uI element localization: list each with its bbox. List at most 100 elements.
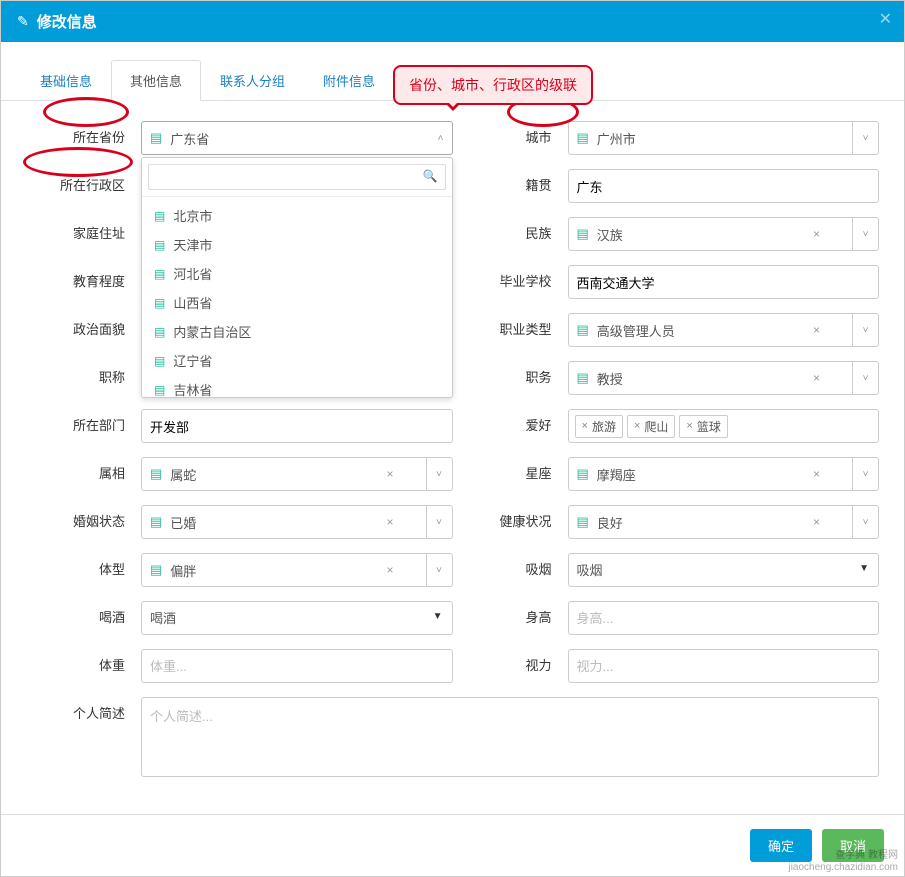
doc-icon: ▤ bbox=[154, 325, 165, 339]
clear-icon[interactable]: × bbox=[813, 323, 820, 337]
occupation-type-select[interactable]: ▤ 高级管理人员 × bbox=[568, 313, 854, 347]
label-vision: 视力 bbox=[453, 649, 568, 683]
weight-field[interactable] bbox=[150, 650, 444, 682]
clear-icon[interactable]: × bbox=[813, 227, 820, 241]
hobby-tag[interactable]: ×篮球 bbox=[679, 415, 727, 438]
marital-select[interactable]: ▤ 已婚 × bbox=[141, 505, 427, 539]
ethnicity-caret-button[interactable]: ˅ bbox=[853, 217, 879, 251]
chevron-up-icon: ˄ bbox=[438, 133, 444, 144]
doc-icon: ▤ bbox=[154, 383, 165, 397]
weight-input[interactable] bbox=[141, 649, 453, 683]
department-field[interactable] bbox=[150, 410, 444, 442]
doc-icon: ▤ bbox=[150, 514, 162, 530]
dropdown-search-input[interactable] bbox=[148, 164, 446, 190]
label-weight: 体重 bbox=[26, 649, 141, 683]
chevron-down-icon: ˅ bbox=[436, 565, 442, 576]
clear-icon[interactable]: × bbox=[386, 515, 393, 529]
city-value: 广州市 bbox=[597, 129, 824, 148]
clear-icon[interactable]: × bbox=[386, 563, 393, 577]
callout-cascade: 省份、城市、行政区的级联 bbox=[393, 65, 593, 105]
dropdown-item[interactable]: ▤河北省 bbox=[142, 259, 452, 288]
province-select[interactable]: ▤ 广东省 ˄ bbox=[141, 121, 453, 155]
bio-textarea-wrap[interactable] bbox=[141, 697, 879, 777]
doc-icon: ▤ bbox=[154, 209, 165, 223]
clear-icon[interactable]: × bbox=[813, 515, 820, 529]
chevron-down-icon: ˅ bbox=[863, 133, 869, 144]
label-body-type: 体型 bbox=[26, 553, 141, 587]
marital-caret-button[interactable]: ˅ bbox=[427, 505, 453, 539]
tag-remove-icon[interactable]: × bbox=[634, 420, 640, 432]
school-field[interactable] bbox=[577, 266, 871, 298]
zodiac-select[interactable]: ▤ 属蛇 × bbox=[141, 457, 427, 491]
zodiac-caret-button[interactable]: ˅ bbox=[427, 457, 453, 491]
clear-icon[interactable]: × bbox=[386, 467, 393, 481]
clear-icon[interactable]: × bbox=[813, 371, 820, 385]
city-select[interactable]: ▤ 广州市 bbox=[568, 121, 854, 155]
doc-icon: ▤ bbox=[154, 267, 165, 281]
health-caret-button[interactable]: ˅ bbox=[853, 505, 879, 539]
bio-textarea[interactable] bbox=[150, 706, 870, 768]
dropdown-list[interactable]: ▤北京市 ▤天津市 ▤河北省 ▤山西省 ▤内蒙古自治区 ▤辽宁省 ▤吉林省 ▤黑… bbox=[142, 197, 452, 397]
dropdown-item[interactable]: ▤内蒙古自治区 bbox=[142, 317, 452, 346]
native-place-input[interactable] bbox=[568, 169, 880, 203]
dropdown-item[interactable]: ▤天津市 bbox=[142, 230, 452, 259]
doc-icon: ▤ bbox=[577, 322, 589, 338]
label-constellation: 星座 bbox=[453, 457, 568, 491]
occupation-type-caret-button[interactable]: ˅ bbox=[853, 313, 879, 347]
constellation-caret-button[interactable]: ˅ bbox=[853, 457, 879, 491]
label-bio: 个人简述 bbox=[26, 697, 141, 731]
native-place-field[interactable] bbox=[577, 170, 871, 202]
label-ethnicity: 民族 bbox=[453, 217, 568, 251]
tab-other-info[interactable]: 其他信息 bbox=[111, 60, 201, 101]
tab-basic-info[interactable]: 基础信息 bbox=[21, 60, 111, 101]
doc-icon: ▤ bbox=[577, 226, 589, 242]
doc-icon: ▤ bbox=[577, 370, 589, 386]
label-smoking: 吸烟 bbox=[453, 553, 568, 587]
chevron-down-icon: ˅ bbox=[863, 325, 869, 336]
vision-field[interactable] bbox=[577, 650, 871, 682]
label-home-address: 家庭住址 bbox=[26, 217, 141, 251]
body-type-select[interactable]: ▤ 偏胖 × bbox=[141, 553, 427, 587]
height-input[interactable] bbox=[568, 601, 880, 635]
doc-icon: ▤ bbox=[150, 562, 162, 578]
health-select[interactable]: ▤ 良好 × bbox=[568, 505, 854, 539]
tag-remove-icon[interactable]: × bbox=[686, 420, 692, 432]
label-position: 职务 bbox=[453, 361, 568, 395]
doc-icon: ▤ bbox=[150, 130, 162, 146]
ethnicity-select[interactable]: ▤ 汉族 × bbox=[568, 217, 854, 251]
chevron-down-icon: ˅ bbox=[863, 373, 869, 384]
height-field[interactable] bbox=[577, 602, 871, 634]
label-height: 身高 bbox=[453, 601, 568, 635]
tab-contact-group[interactable]: 联系人分组 bbox=[201, 60, 304, 101]
hobby-tag-input[interactable]: ×旅游 ×爬山 ×篮球 bbox=[568, 409, 880, 443]
doc-icon: ▤ bbox=[154, 296, 165, 310]
close-icon[interactable]: ✕ bbox=[879, 9, 892, 29]
dropdown-item[interactable]: ▤辽宁省 bbox=[142, 346, 452, 375]
search-icon: 🔍 bbox=[423, 169, 438, 183]
smoking-select[interactable]: 吸烟 bbox=[568, 553, 880, 587]
tag-remove-icon[interactable]: × bbox=[582, 420, 588, 432]
body-type-caret-button[interactable]: ˅ bbox=[427, 553, 453, 587]
hobby-tag[interactable]: ×爬山 bbox=[627, 415, 675, 438]
position-select[interactable]: ▤ 教授 × bbox=[568, 361, 854, 395]
constellation-select[interactable]: ▤ 摩羯座 × bbox=[568, 457, 854, 491]
dropdown-item[interactable]: ▤山西省 bbox=[142, 288, 452, 317]
dropdown-item[interactable]: ▤吉林省 bbox=[142, 375, 452, 397]
label-school: 毕业学校 bbox=[453, 265, 568, 299]
modal-edit-info: ✎ 修改信息 ✕ 基础信息 其他信息 联系人分组 附件信息 省份、城市、行政区的… bbox=[0, 0, 905, 877]
position-caret-button[interactable]: ˅ bbox=[853, 361, 879, 395]
modal-footer: 确定 取消 bbox=[1, 814, 904, 876]
hobby-tag[interactable]: ×旅游 bbox=[575, 415, 623, 438]
vision-input[interactable] bbox=[568, 649, 880, 683]
school-input[interactable] bbox=[568, 265, 880, 299]
form-body: 所在省份 ▤ 广东省 ˄ 🔍 ▤北京市 bbox=[1, 101, 904, 814]
dropdown-item[interactable]: ▤北京市 bbox=[142, 201, 452, 230]
city-caret-button[interactable]: ˅ bbox=[853, 121, 879, 155]
tab-attachment-info[interactable]: 附件信息 bbox=[304, 60, 394, 101]
label-political: 政治面貌 bbox=[26, 313, 141, 347]
drinking-select[interactable]: 喝酒 bbox=[141, 601, 453, 635]
doc-icon: ▤ bbox=[577, 466, 589, 482]
clear-icon[interactable]: × bbox=[813, 467, 820, 481]
label-native-place: 籍贯 bbox=[453, 169, 568, 203]
department-input[interactable] bbox=[141, 409, 453, 443]
